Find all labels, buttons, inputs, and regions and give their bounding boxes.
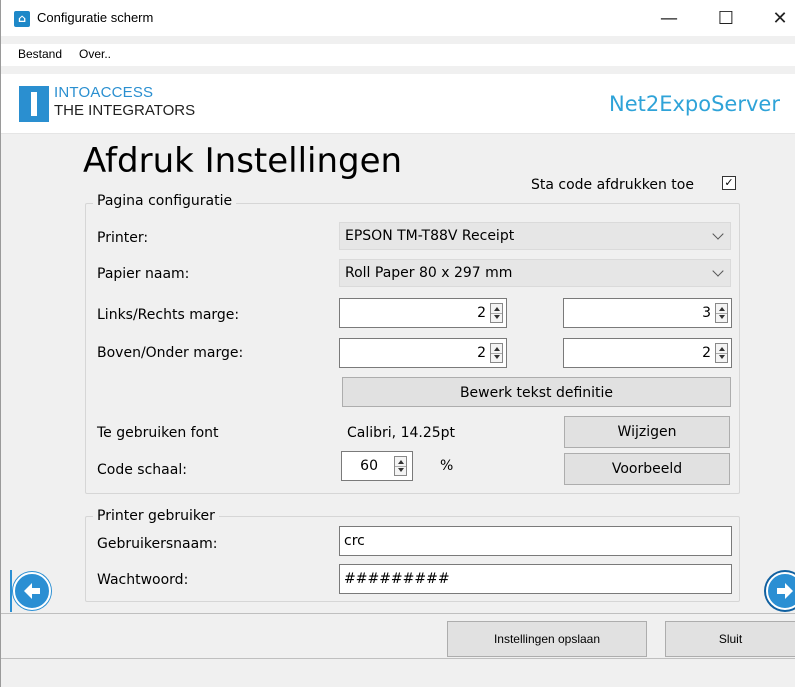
printer-select-value: EPSON TM-T88V Receipt: [345, 228, 515, 244]
lr-margin-label: Links/Rechts marge:: [97, 307, 240, 323]
right-margin-stepper[interactable]: 3: [563, 298, 732, 328]
arrow-right-circle-icon[interactable]: [766, 572, 795, 610]
menu-bar: Bestand Over..: [1, 44, 795, 66]
change-font-button[interactable]: Wijzigen: [564, 416, 730, 448]
stepper-arrows-icon[interactable]: [715, 343, 728, 363]
app-name: Net2ExpoServer: [609, 92, 780, 116]
printer-user-legend: Printer gebruiker: [93, 508, 219, 524]
top-margin-value: 2: [477, 345, 486, 361]
font-value: Calibri, 14.25pt: [347, 425, 456, 441]
password-field[interactable]: #########: [339, 564, 732, 594]
preview-button[interactable]: Voorbeeld: [564, 453, 730, 485]
window-title: Configuratie scherm: [37, 10, 154, 25]
chevron-down-icon: [712, 265, 724, 277]
page-title: Afdruk Instellingen: [83, 141, 403, 181]
printer-label: Printer:: [97, 230, 149, 246]
status-bar: [1, 659, 795, 687]
stepper-arrows-icon[interactable]: [490, 303, 503, 323]
chevron-down-icon: [712, 228, 724, 240]
close-button[interactable]: Sluit: [665, 621, 795, 657]
config-window: ⌂ Configuratie scherm — ☐ ✕ Bestand Over…: [0, 0, 795, 687]
left-margin-stepper[interactable]: 2: [339, 298, 507, 328]
allow-code-label: Sta code afdrukken toe: [531, 177, 694, 193]
stepper-arrows-icon[interactable]: [394, 456, 407, 476]
title-bar[interactable]: ⌂ Configuratie scherm — ☐ ✕: [1, 0, 795, 36]
page-config-legend: Pagina configuratie: [93, 193, 237, 209]
username-label: Gebruikersnaam:: [97, 536, 218, 552]
tb-margin-label: Boven/Onder marge:: [97, 345, 244, 361]
maximize-button[interactable]: ☐: [703, 0, 749, 36]
edit-text-definition-button[interactable]: Bewerk tekst definitie: [342, 377, 731, 407]
scale-value: 60: [360, 458, 378, 474]
close-window-button[interactable]: ✕: [757, 0, 795, 36]
stepper-arrows-icon[interactable]: [715, 303, 728, 323]
bottom-margin-value: 2: [702, 345, 711, 361]
nav-left-frame: [10, 570, 12, 612]
minimize-button[interactable]: —: [646, 0, 692, 36]
stepper-arrows-icon[interactable]: [490, 343, 503, 363]
right-margin-value: 3: [702, 305, 711, 321]
paper-label: Papier naam:: [97, 266, 190, 282]
scale-label: Code schaal:: [97, 462, 187, 478]
username-field[interactable]: crc: [339, 526, 732, 556]
bottom-margin-stepper[interactable]: 2: [563, 338, 732, 368]
font-label: Te gebruiken font: [97, 425, 219, 441]
menu-item-bestand[interactable]: Bestand: [18, 47, 62, 61]
arrow-left-circle-icon[interactable]: [13, 572, 51, 610]
paper-select[interactable]: Roll Paper 80 x 297 mm: [339, 259, 731, 287]
logo-icon: [19, 86, 49, 122]
header-band: INTOACCESS THE INTEGRATORS Net2ExpoServe…: [1, 74, 795, 134]
top-margin-stepper[interactable]: 2: [339, 338, 507, 368]
printer-select[interactable]: EPSON TM-T88V Receipt: [339, 222, 731, 250]
menu-item-over[interactable]: Over..: [79, 47, 111, 61]
scale-unit: %: [440, 458, 454, 474]
scale-stepper[interactable]: 60: [341, 451, 413, 481]
left-margin-value: 2: [477, 305, 486, 321]
logo-text-bottom: THE INTEGRATORS: [54, 102, 196, 119]
allow-code-checkbox[interactable]: ✓: [722, 176, 736, 190]
logo-text-top: INTOACCESS: [54, 84, 154, 101]
save-settings-button[interactable]: Instellingen opslaan: [447, 621, 647, 657]
password-label: Wachtwoord:: [97, 572, 189, 588]
building-icon: ⌂: [14, 11, 30, 27]
paper-select-value: Roll Paper 80 x 297 mm: [345, 265, 513, 281]
